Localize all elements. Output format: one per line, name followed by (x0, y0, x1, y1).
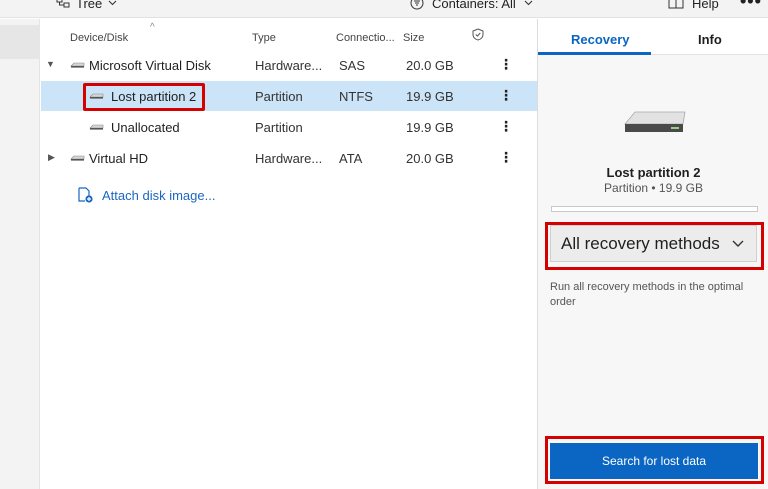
device-connection: SAS (339, 58, 366, 73)
collapsed-arrow-icon[interactable]: ▶ (48, 152, 55, 163)
tab-recovery[interactable]: Recovery (571, 32, 630, 47)
filter-icon (410, 0, 424, 10)
device-table: ^ Device/Disk Type Connectio... Size ▼ M… (41, 19, 537, 489)
device-size: 20.0 GB (406, 151, 454, 166)
device-size: 20.0 GB (406, 58, 454, 73)
tab-info[interactable]: Info (698, 32, 722, 47)
device-connection: ATA (339, 151, 363, 166)
left-sidebar (0, 19, 40, 489)
row-menu-button[interactable]: ⋮ (499, 87, 513, 104)
partition-large-icon (624, 111, 686, 132)
tree-view-icon (56, 0, 70, 8)
disk-icon (70, 155, 85, 161)
sort-ascending-icon: ^ (150, 22, 155, 33)
row-menu-button[interactable]: ⋮ (499, 149, 513, 166)
pane-tabs: Recovery Info (538, 19, 768, 55)
shield-check-icon[interactable] (472, 28, 484, 41)
device-name: Microsoft Virtual Disk (89, 58, 211, 73)
table-header: ^ Device/Disk Type Connectio... Size (41, 19, 537, 51)
containers-filter[interactable]: Containers: All (410, 0, 533, 12)
device-size: 19.9 GB (406, 89, 454, 104)
containers-label: Containers: All (432, 0, 516, 11)
attach-disk-image-link[interactable]: Attach disk image... (77, 187, 215, 203)
view-mode-label: Tree (76, 0, 103, 11)
partition-usage-bar (551, 206, 758, 212)
top-toolbar: Tree Containers: All Help ••• (0, 0, 768, 18)
column-header-type[interactable]: Type (252, 32, 276, 44)
column-header-device[interactable]: Device/Disk (70, 32, 128, 44)
active-tab-indicator (538, 52, 651, 55)
row-menu-button[interactable]: ⋮ (499, 118, 513, 135)
chevron-down-icon (108, 0, 117, 6)
disk-icon (70, 62, 85, 68)
device-type: Partition (255, 120, 303, 135)
help-button[interactable]: Help (668, 0, 719, 12)
highlight-box (545, 222, 764, 270)
expanded-arrow-icon[interactable]: ▼ (46, 59, 55, 69)
column-header-connection[interactable]: Connectio... (336, 32, 395, 44)
sidebar-selected-item[interactable] (0, 25, 40, 59)
selected-partition-name: Lost partition 2 (606, 165, 701, 180)
selected-partition-info: Partition • 19.9 GB (604, 181, 703, 195)
recovery-method-description: Run all recovery methods in the optimal … (550, 281, 744, 308)
details-pane: Recovery Info Lost partition 2 Partition… (537, 19, 768, 489)
device-size: 19.9 GB (406, 120, 454, 135)
column-header-size[interactable]: Size (403, 32, 424, 44)
device-name: Virtual HD (89, 151, 149, 166)
chevron-down-icon (524, 0, 533, 6)
device-type: Hardware... (255, 58, 323, 73)
device-type: Hardware... (255, 151, 323, 166)
highlight-box (83, 83, 205, 111)
partition-icon (89, 124, 104, 130)
book-icon (668, 0, 684, 9)
device-name: Unallocated (111, 120, 180, 135)
row-menu-button[interactable]: ⋮ (499, 56, 513, 73)
view-mode-dropdown[interactable]: Tree (56, 0, 117, 12)
device-connection: NTFS (339, 89, 373, 104)
more-options-button[interactable]: ••• (740, 0, 762, 12)
attach-disk-label: Attach disk image... (102, 187, 216, 203)
highlight-box (545, 436, 764, 484)
table-row[interactable]: Unallocated Partition 19.9 GB ⋮ (41, 112, 537, 142)
help-label: Help (692, 0, 719, 11)
table-row[interactable]: ▼ Microsoft Virtual Disk Hardware... SAS… (41, 50, 537, 80)
table-row[interactable]: ▶ Virtual HD Hardware... ATA 20.0 GB ⋮ (41, 143, 537, 173)
device-type: Partition (255, 89, 303, 104)
attach-disk-icon (78, 187, 93, 203)
